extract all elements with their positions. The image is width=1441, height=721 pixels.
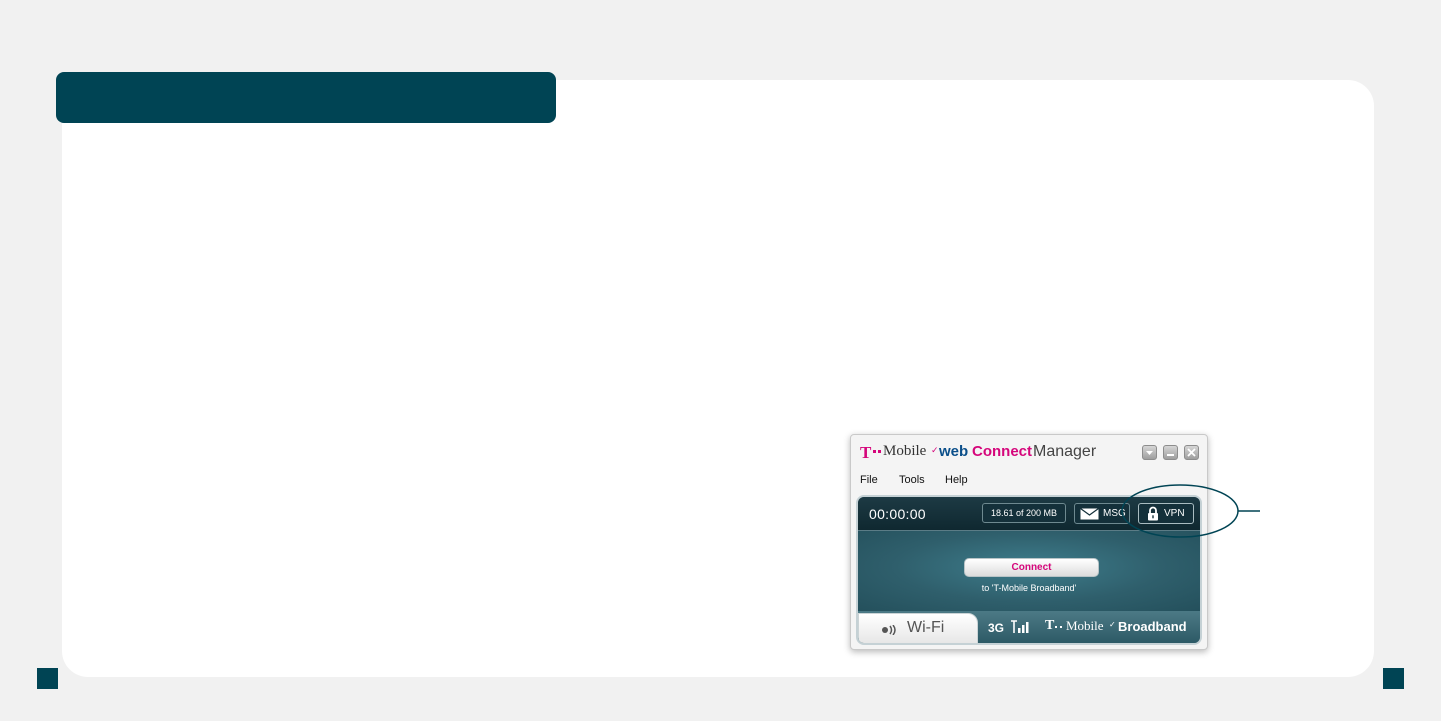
- wifi-icon: [882, 625, 896, 635]
- logo-dots: [873, 450, 882, 453]
- dropdown-icon: [1146, 451, 1153, 455]
- brand-manager: Manager: [1033, 443, 1097, 460]
- menu-help[interactable]: Help: [945, 474, 968, 486]
- title-bar[interactable]: T Mobile ✓ web Connect Manager: [851, 435, 1207, 467]
- brand-tick-icon: ✓: [931, 445, 939, 455]
- minimize-button[interactable]: [1163, 445, 1178, 460]
- data-usage: 18.61 of 200 MB: [982, 503, 1066, 523]
- network-tabs: Wi-Fi 3G T Mobile ✓ Broadband: [858, 611, 1200, 643]
- broadband-logo-dots: [1055, 626, 1064, 629]
- brand-connect: Connect: [972, 443, 1032, 460]
- dropdown-button[interactable]: [1142, 445, 1157, 460]
- connect-button[interactable]: Connect: [964, 558, 1099, 577]
- minimize-icon: [1167, 454, 1174, 456]
- header-bar: [56, 72, 556, 123]
- signal-bars-icon: [1011, 620, 1029, 633]
- vpn-callout: [1121, 484, 1260, 538]
- t-mobile-logo-t: T: [860, 443, 872, 462]
- corner-mark-left: [37, 668, 58, 689]
- broadband-mobile: Mobile: [1066, 618, 1104, 633]
- connection-timer: 00:00:00: [869, 506, 926, 522]
- wifi-label: Wi-Fi: [907, 619, 945, 636]
- close-icon: [1187, 448, 1196, 457]
- corner-mark-right: [1383, 668, 1404, 689]
- network-type: 3G: [988, 621, 1005, 635]
- tab-wifi[interactable]: Wi-Fi: [858, 613, 978, 643]
- connect-target-text: to 'T-Mobile Broadband': [981, 583, 1077, 593]
- close-button[interactable]: [1184, 445, 1199, 460]
- menu-file[interactable]: File: [860, 474, 878, 486]
- envelope-icon: [1080, 508, 1099, 520]
- broadband-t-logo: T: [1045, 618, 1055, 633]
- broadband-tick-icon: ✓: [1109, 620, 1116, 629]
- tab-broadband[interactable]: Broadband: [1118, 619, 1187, 634]
- brand-web: web: [939, 443, 969, 460]
- brand-mobile: Mobile: [883, 443, 927, 459]
- menu-tools[interactable]: Tools: [899, 474, 925, 486]
